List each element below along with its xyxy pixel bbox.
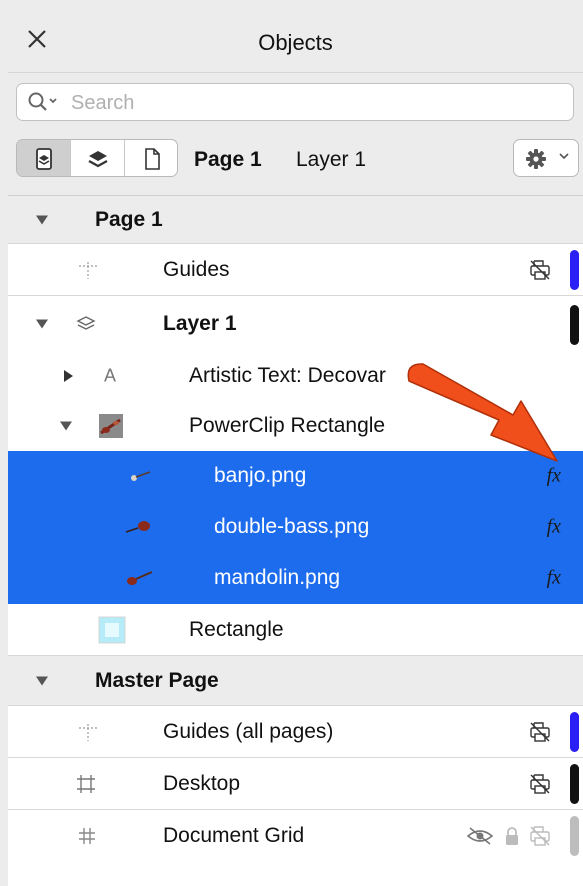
desktop-icon	[77, 774, 95, 793]
tree-label-artistic-text: Artistic Text: Decovar	[189, 364, 386, 387]
layer-color-swatch[interactable]	[570, 305, 579, 345]
tree-label-guides-all-pages: Guides (all pages)	[163, 719, 334, 743]
layer-icon	[76, 316, 96, 330]
tree-row-document-grid[interactable]: Document Grid	[8, 810, 583, 862]
search-icon[interactable]	[27, 91, 57, 111]
panel-header: Objects	[8, 10, 583, 73]
panel-title: Objects	[258, 30, 333, 55]
tree-label-double-bass: double-bass.png	[214, 515, 370, 538]
print-disabled-icon[interactable]	[528, 720, 552, 744]
print-disabled-icon[interactable]	[528, 258, 552, 282]
powerclip-thumbnail-icon	[99, 414, 123, 438]
tree-row-page-1[interactable]: Page 1	[8, 196, 583, 244]
gear-icon	[526, 149, 546, 169]
tree-label-mandolin: mandolin.png	[214, 566, 341, 589]
disclosure-expanded-icon[interactable]	[36, 676, 48, 685]
print-disabled-icon[interactable]	[528, 772, 552, 796]
tree-row-master-page[interactable]: Master Page	[8, 656, 583, 706]
bitmap-thumbnail-icon	[127, 571, 153, 585]
guides-icon	[79, 723, 99, 741]
page-icon	[145, 148, 160, 170]
tree-label-rectangle: Rectangle	[189, 617, 284, 641]
search-placeholder: Search	[71, 92, 135, 114]
layer-view-icon	[36, 148, 52, 170]
annotation-arrow-icon	[407, 363, 558, 462]
tree-label-powerclip: PowerClip Rectangle	[189, 414, 386, 437]
layer-view-button[interactable]	[17, 140, 71, 176]
layer-color-swatch[interactable]	[570, 764, 579, 804]
print-disabled-icon[interactable]	[528, 824, 552, 848]
search-input[interactable]: Search	[16, 83, 574, 121]
disclosure-expanded-icon[interactable]	[36, 215, 48, 224]
breadcrumb-layer: Layer 1	[296, 148, 367, 171]
view-toolbar: Page 1 Layer 1	[16, 138, 579, 178]
grid-icon	[79, 828, 95, 844]
view-mode-segmented-control	[16, 139, 178, 177]
disclosure-collapsed-icon[interactable]	[64, 370, 73, 382]
options-menu-button[interactable]	[513, 139, 579, 177]
disclosure-expanded-icon[interactable]	[60, 421, 72, 431]
layer-color-swatch[interactable]	[570, 712, 579, 752]
tree-row-layer-1[interactable]: Layer 1	[8, 297, 583, 351]
tree-row-desktop[interactable]: Desktop	[8, 758, 583, 810]
tree-label-desktop: Desktop	[163, 771, 241, 795]
disclosure-expanded-icon[interactable]	[36, 319, 48, 329]
bitmap-thumbnail-icon	[131, 471, 151, 481]
layer-color-swatch[interactable]	[570, 816, 579, 856]
lock-icon[interactable]	[504, 826, 520, 846]
tree-row-mandolin[interactable]: mandolin.png fx	[8, 553, 583, 604]
text-object-icon: A	[104, 365, 117, 386]
tree-label-master-page: Master Page	[95, 668, 219, 692]
tree-row-guides[interactable]: Guides	[8, 244, 583, 296]
tree-label-page-1: Page 1	[95, 207, 163, 231]
chevron-down-icon	[559, 153, 569, 160]
tree-row-double-bass[interactable]: double-bass.png fx	[8, 502, 583, 553]
rectangle-thumbnail-icon	[98, 616, 126, 643]
tree-label-document-grid: Document Grid	[163, 824, 305, 847]
tree-row-guides-all-pages[interactable]: Guides (all pages)	[8, 706, 583, 758]
effects-icon[interactable]: fx	[547, 567, 561, 590]
guides-icon	[79, 261, 99, 279]
effects-icon[interactable]: fx	[547, 516, 561, 539]
page-button[interactable]	[125, 140, 177, 176]
tree-label-layer-1: Layer 1	[163, 312, 237, 335]
bitmap-thumbnail-icon	[125, 521, 150, 533]
tree-label-guides: Guides	[163, 257, 230, 281]
breadcrumb-page: Page 1	[194, 148, 262, 171]
tree-label-banjo: banjo.png	[214, 464, 307, 487]
visibility-hidden-icon[interactable]	[466, 826, 494, 846]
layers-stack-icon	[88, 151, 108, 168]
tree-row-rectangle[interactable]: Rectangle	[8, 604, 583, 656]
layers-button[interactable]	[71, 140, 125, 176]
search-toolbar-area: Search Page 1 Layer 1	[8, 73, 583, 196]
layer-color-swatch[interactable]	[570, 250, 579, 290]
